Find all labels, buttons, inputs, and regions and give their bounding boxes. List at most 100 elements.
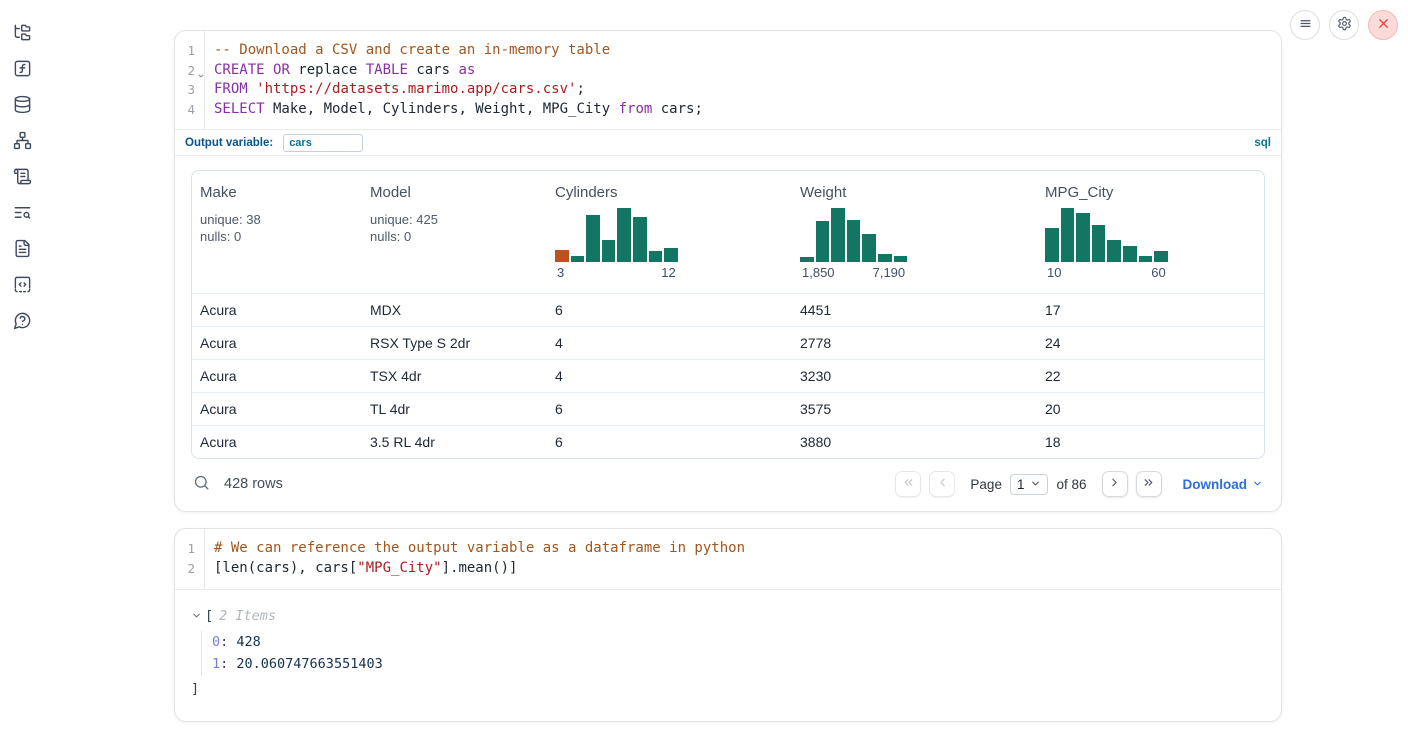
chevron-left-icon xyxy=(936,476,949,492)
pagination: Page 1 of 86 xyxy=(895,471,1161,497)
table-cell: Acura xyxy=(192,401,362,417)
table-cell: Acura xyxy=(192,302,362,318)
entry-value: 20.060747663551403 xyxy=(236,656,382,672)
histogram-bar xyxy=(617,208,631,262)
code-line[interactable]: 2CREATE OR replace TABLE cars as xyxy=(175,61,1281,81)
column-header-mpg_city[interactable]: MPG_City 10 60 xyxy=(1037,171,1264,293)
sidebar-item-dependency-graph[interactable] xyxy=(12,132,32,151)
page-total: of 86 xyxy=(1056,477,1086,492)
column-stats: unique: 425nulls: 0 xyxy=(370,211,539,245)
row-count: 428 rows xyxy=(224,476,283,492)
collapse-chevron-icon[interactable] xyxy=(191,610,202,621)
code-text: -- Download a CSV and create an in-memor… xyxy=(204,41,610,61)
search-icon xyxy=(193,474,210,494)
line-number: 3 xyxy=(175,80,204,100)
histogram-bar xyxy=(816,221,830,263)
histogram-bar xyxy=(894,256,908,263)
histogram-bars xyxy=(800,208,907,262)
first-page-button[interactable] xyxy=(895,471,921,497)
table-row[interactable]: AcuraRSX Type S 2dr4277824 xyxy=(192,326,1264,359)
histogram-bar xyxy=(1045,228,1059,262)
page-select[interactable]: 1 xyxy=(1010,474,1049,495)
sql-editor[interactable]: 1-- Download a CSV and create an in-memo… xyxy=(175,31,1281,129)
column-header-cylinders[interactable]: Cylinders312 xyxy=(547,171,792,293)
topbar-actions xyxy=(1290,10,1398,40)
column-stat: nulls: 0 xyxy=(200,228,354,245)
column-histogram: 312 xyxy=(555,208,678,280)
download-button[interactable]: Download xyxy=(1183,477,1264,492)
axis-max-label: 7,190 xyxy=(873,265,906,280)
code-line[interactable]: 2[len(cars), cars["MPG_City"].mean()] xyxy=(175,559,1281,579)
histogram-bar xyxy=(664,248,678,263)
table-row[interactable]: AcuraTL 4dr6357520 xyxy=(192,392,1264,425)
python-editor[interactable]: 1# We can reference the output variable … xyxy=(175,529,1281,588)
line-number: 1 xyxy=(175,41,204,61)
code-text: CREATE OR replace TABLE cars as xyxy=(204,61,475,81)
sidebar-item-snippets[interactable] xyxy=(12,276,32,295)
table-row[interactable]: AcuraMDX6445117 xyxy=(192,293,1264,326)
page-select-value: 1 xyxy=(1017,477,1025,492)
scroll-text-icon xyxy=(13,167,32,189)
sidebar-item-file-explorer[interactable] xyxy=(12,24,32,43)
histogram-bar xyxy=(878,254,892,263)
axis-min-label: 3 xyxy=(557,265,564,280)
settings-button[interactable] xyxy=(1329,10,1359,40)
language-badge[interactable]: sql xyxy=(1254,137,1271,149)
column-header-make[interactable]: Makeunique: 38nulls: 0 xyxy=(192,171,362,293)
sidebar-item-scratchpad[interactable] xyxy=(12,168,32,187)
python-cell: 1# We can reference the output variable … xyxy=(174,528,1282,721)
table-search-button[interactable] xyxy=(193,474,210,494)
histogram-bar xyxy=(1107,240,1121,262)
shutdown-button[interactable] xyxy=(1368,10,1398,40)
sidebar-item-help[interactable] xyxy=(12,312,32,331)
entry-value: 428 xyxy=(236,634,260,650)
tree-root: [ 2 Items xyxy=(191,608,1265,624)
histogram-bar xyxy=(800,257,814,262)
entry-colon: : xyxy=(220,656,236,672)
sidebar-item-documentation[interactable] xyxy=(12,240,32,259)
table-cell: MDX xyxy=(362,302,547,318)
chevrons-right-icon xyxy=(1142,476,1155,492)
next-page-button[interactable] xyxy=(1102,471,1128,497)
menu-button[interactable] xyxy=(1290,10,1320,40)
column-name: MPG_City xyxy=(1045,184,1256,201)
sidebar-item-data-sources[interactable] xyxy=(12,96,32,115)
table-cell: 6 xyxy=(547,401,792,417)
prev-page-button[interactable] xyxy=(929,471,955,497)
histogram-bars xyxy=(1045,208,1168,262)
table-cell: 6 xyxy=(547,434,792,450)
histogram-bar xyxy=(1154,251,1168,262)
axis-max-label: 60 xyxy=(1151,265,1165,280)
output-variable-input[interactable] xyxy=(283,134,363,152)
help-bubble-icon xyxy=(13,311,32,333)
column-stat: nulls: 0 xyxy=(370,228,539,245)
sidebar-item-logs[interactable] xyxy=(12,204,32,223)
column-header-weight[interactable]: Weight1,8507,190 xyxy=(792,171,1037,293)
tree-entries: 0: 4281: 20.060747663551403 xyxy=(201,631,1265,676)
axis-min-label: 10 xyxy=(1047,265,1061,280)
code-line[interactable]: 3FROM 'https://datasets.marimo.app/cars.… xyxy=(175,80,1281,100)
last-page-button[interactable] xyxy=(1136,471,1162,497)
tree-entry: 1: 20.060747663551403 xyxy=(212,653,1265,676)
code-text: [len(cars), cars["MPG_City"].mean()] xyxy=(204,559,517,579)
histogram-bars xyxy=(555,208,678,262)
table-body: AcuraMDX6445117AcuraRSX Type S 2dr427782… xyxy=(192,293,1264,458)
code-line[interactable]: 1# We can reference the output variable … xyxy=(175,539,1281,559)
table-row[interactable]: AcuraTSX 4dr4323022 xyxy=(192,359,1264,392)
column-histogram: 10 60 xyxy=(1045,208,1168,280)
table-cell: 17 xyxy=(1037,302,1264,318)
table-cell: 24 xyxy=(1037,335,1264,351)
histogram-bar xyxy=(602,240,616,263)
code-line[interactable]: 4SELECT Make, Model, Cylinders, Weight, … xyxy=(175,100,1281,120)
table-footer: 428 rows Page 1 of 86 xyxy=(191,471,1265,497)
table-cell: 4451 xyxy=(792,302,1037,318)
column-header-model[interactable]: Modelunique: 425nulls: 0 xyxy=(362,171,547,293)
table-cell: RSX Type S 2dr xyxy=(362,335,547,351)
table-row[interactable]: Acura3.5 RL 4dr6388018 xyxy=(192,425,1264,458)
table-cell: 3.5 RL 4dr xyxy=(362,434,547,450)
line-number: 1 xyxy=(175,539,204,559)
sidebar-item-variables[interactable] xyxy=(12,60,32,79)
code-line[interactable]: 1-- Download a CSV and create an in-memo… xyxy=(175,41,1281,61)
table-cell: TL 4dr xyxy=(362,401,547,417)
histogram-axis: 1,8507,190 xyxy=(800,265,907,280)
